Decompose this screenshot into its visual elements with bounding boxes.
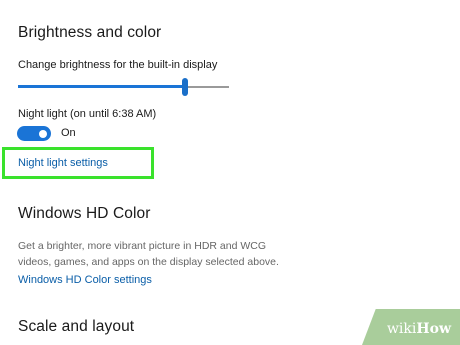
scale-section-title: Scale and layout [18, 318, 135, 335]
hd-color-description: Get a brighter, more vibrant picture in … [18, 240, 279, 268]
watermark-prefix: wiki [386, 321, 417, 337]
slider-thumb[interactable] [182, 78, 188, 96]
hd-color-section-title: Windows HD Color [18, 205, 151, 222]
night-light-settings-link[interactable]: Night light settings [18, 157, 108, 169]
night-light-toggle-state: On [61, 127, 76, 139]
hd-color-settings-link[interactable]: Windows HD Color settings [18, 274, 152, 286]
watermark-text: wikiHow [387, 321, 451, 337]
wikihow-watermark: wikiHow [362, 309, 460, 345]
brightness-slider-label: Change brightness for the built-in displ… [18, 59, 218, 71]
slider-fill [18, 85, 185, 88]
brightness-section-title: Brightness and color [18, 24, 162, 41]
toggle-knob [39, 129, 47, 138]
watermark-suffix: How [416, 321, 451, 337]
brightness-slider[interactable] [18, 76, 229, 98]
night-light-toggle[interactable] [17, 126, 51, 141]
night-light-label: Night light (on until 6:38 AM) [18, 108, 157, 120]
